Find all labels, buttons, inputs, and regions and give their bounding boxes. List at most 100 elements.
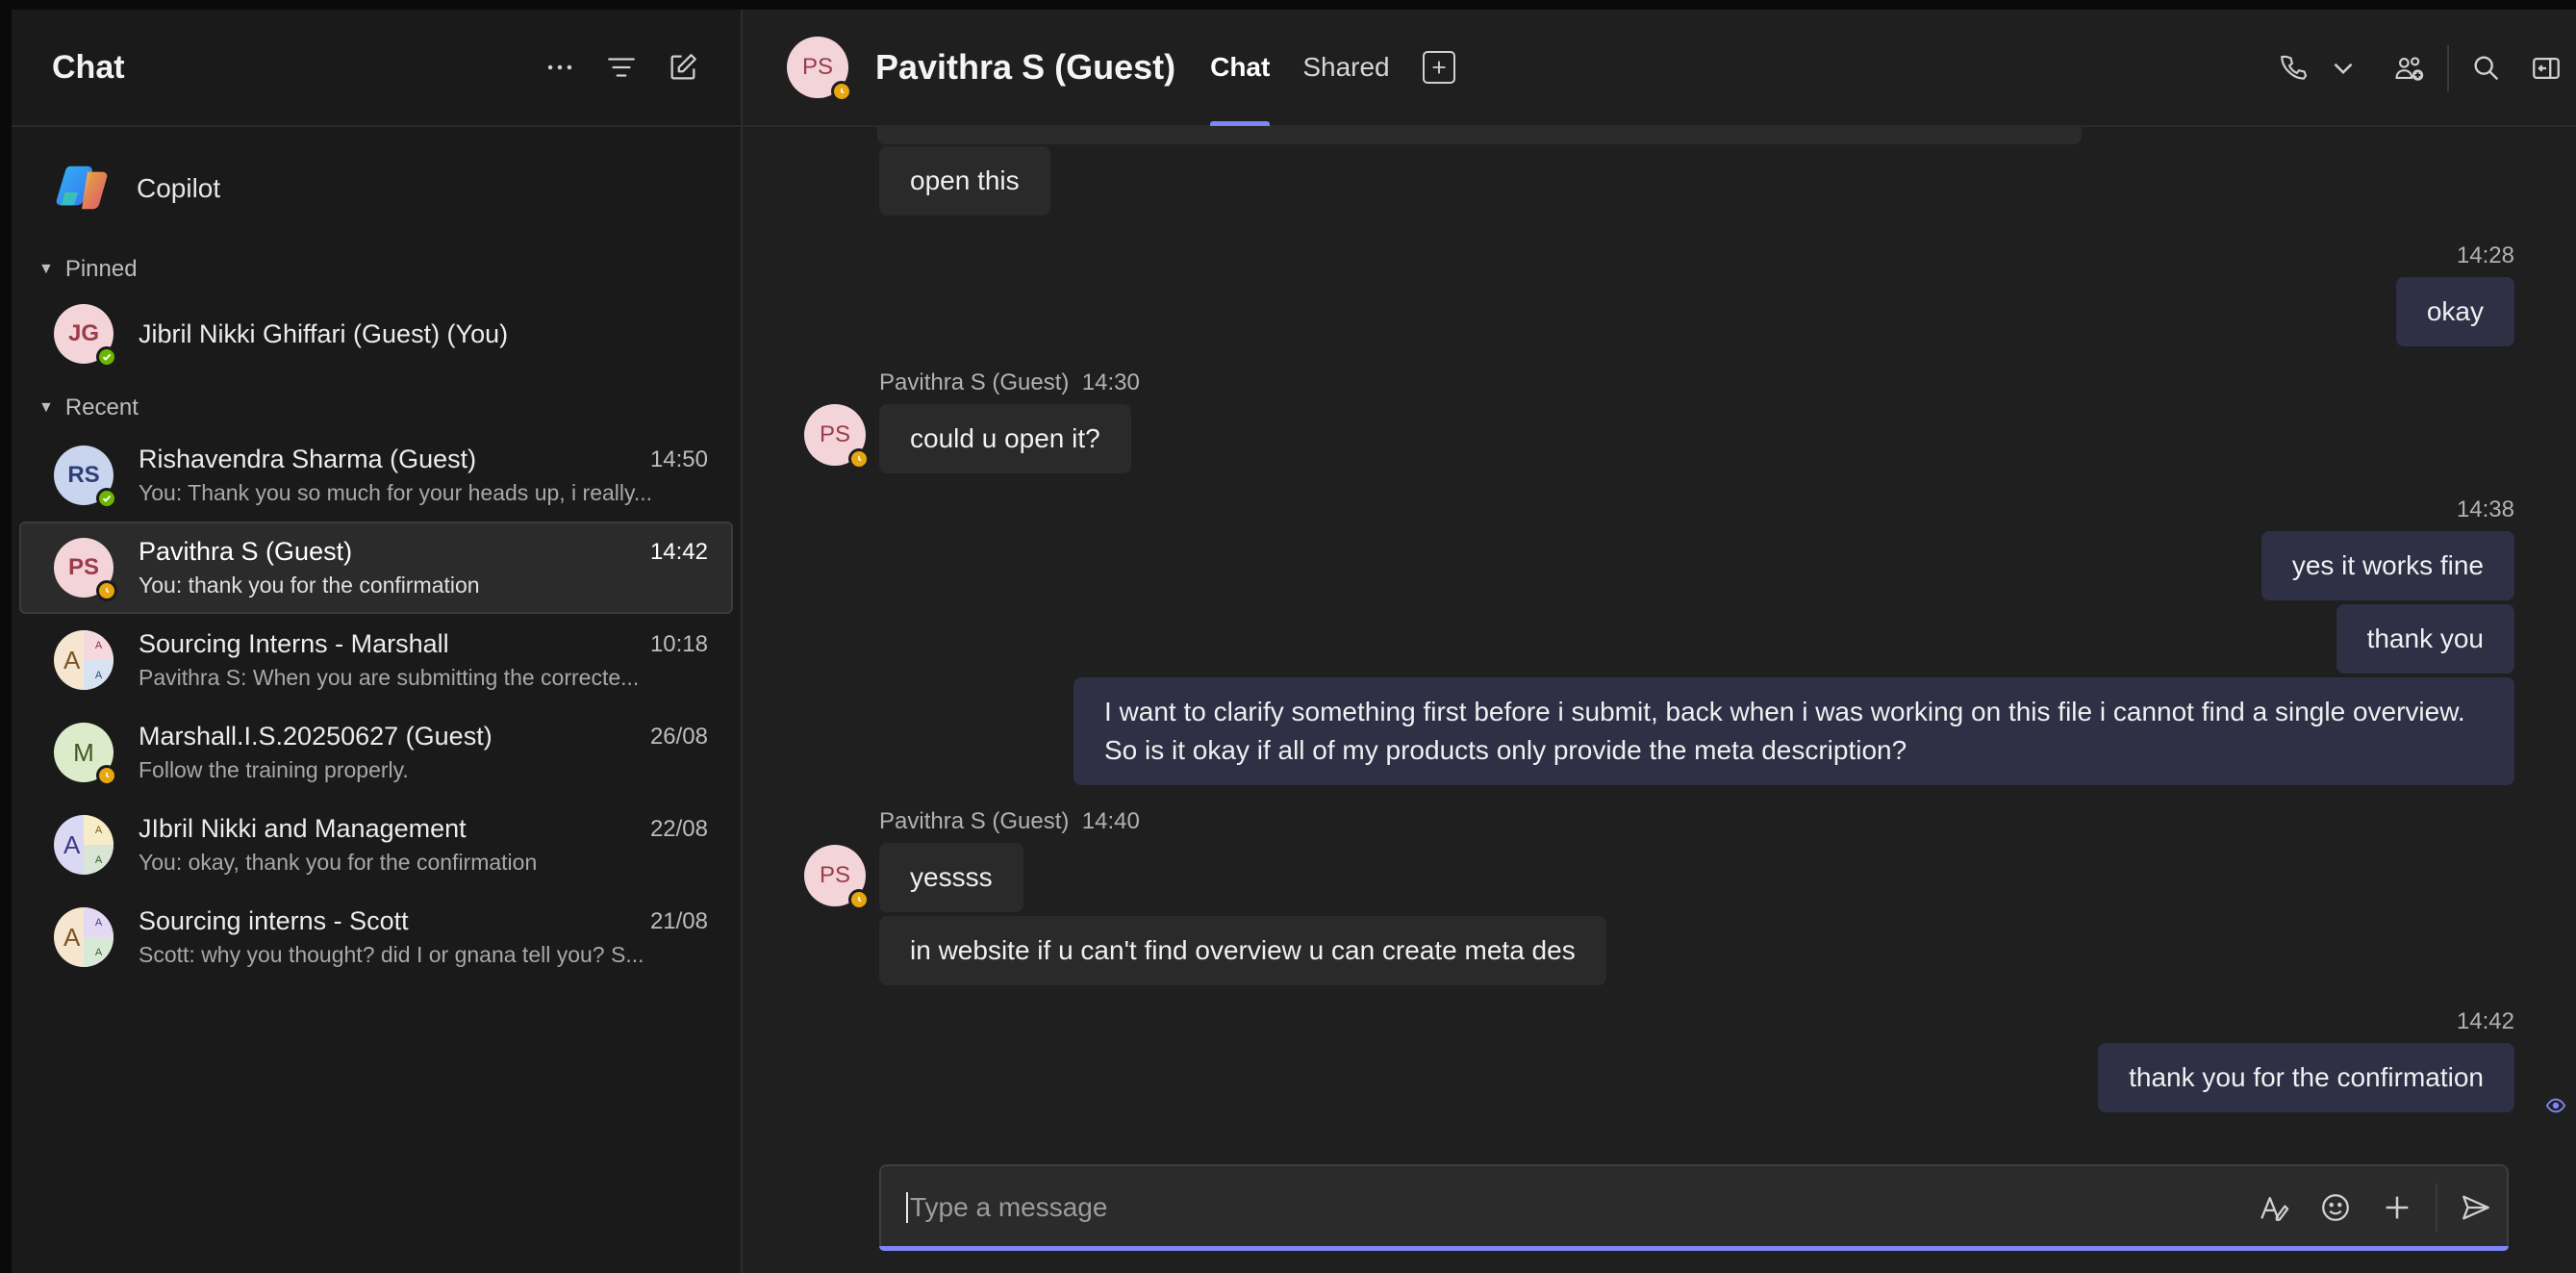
divider: [2447, 45, 2449, 91]
chat-time: 21/08: [649, 907, 708, 934]
chat-pane: PS Pavithra S (Guest) Chat Shared open t…: [743, 10, 2576, 1273]
away-status-icon: [96, 580, 117, 601]
away-status-icon: [848, 889, 870, 910]
recent-section-header[interactable]: ▼ Recent: [12, 387, 741, 429]
avatar-initials: M: [73, 737, 94, 767]
chat-time: 14:42: [649, 538, 708, 565]
recent-chat-item[interactable]: A A A Sourcing Interns - Marshall 10:18 …: [12, 614, 741, 706]
chat-time: 26/08: [649, 723, 708, 750]
away-status-icon: [848, 448, 870, 470]
avatar-initials: PS: [67, 554, 99, 580]
recent-chat-item-selected[interactable]: PS Pavithra S (Guest) 14:42 You: thank y…: [19, 522, 733, 614]
message-sender-meta: Pavithra S (Guest) 14:40: [879, 808, 1140, 835]
avatar-mini: A: [84, 660, 114, 690]
chat-name: Sourcing interns - Scott: [139, 906, 409, 935]
add-people-icon[interactable]: [2380, 38, 2439, 99]
avatar-mini: A: [84, 937, 114, 967]
avatar-initials: A: [63, 923, 81, 952]
chat-preview: You: Thank you so much for your heads up…: [139, 480, 652, 505]
message-bubble[interactable]: could u open it?: [879, 404, 1131, 473]
collapse-caret-icon: ▼: [38, 261, 54, 277]
add-tab-icon[interactable]: [1422, 51, 1455, 84]
emoji-icon[interactable]: [2305, 1177, 2366, 1238]
message-bubble[interactable]: in website if u can't find overview u ca…: [879, 916, 1606, 985]
message-bubble-own[interactable]: I want to clarify something first before…: [1073, 677, 2514, 785]
chat-name: Rishavendra Sharma (Guest): [139, 445, 477, 473]
chat-name: Pavithra S (Guest): [139, 537, 353, 566]
divider: [2436, 1184, 2437, 1232]
away-status-icon: [96, 765, 117, 786]
seen-eye-icon: [2545, 1098, 2566, 1113]
away-status-icon: [831, 81, 852, 102]
call-icon[interactable]: [2264, 38, 2324, 99]
available-status-icon: [96, 346, 117, 368]
copilot-logo-icon: [56, 165, 108, 210]
avatar-initials: PS: [819, 421, 850, 447]
tab-chat[interactable]: Chat: [1210, 9, 1271, 126]
message-bubble-own[interactable]: yes it works fine: [2260, 531, 2514, 600]
message-bubble[interactable]: yessss: [879, 843, 1023, 912]
sender-avatar[interactable]: PS: [804, 845, 870, 910]
avatar-initials: JG: [67, 320, 99, 346]
chat-title: Pavithra S (Guest): [875, 47, 1176, 87]
search-icon[interactable]: [2457, 38, 2516, 99]
avatar-mini: A: [84, 907, 114, 937]
sidebar-header: Chat: [12, 10, 741, 127]
chat-header: PS Pavithra S (Guest) Chat Shared: [743, 10, 2576, 127]
message-bubble[interactable]: open this: [879, 146, 1050, 216]
chat-name: Marshall.I.S.20250627 (Guest): [139, 722, 492, 751]
chat-preview: You: thank you for the confirmation: [139, 573, 480, 598]
message-time: 14:38: [2456, 496, 2514, 522]
send-icon[interactable]: [2445, 1177, 2507, 1238]
side-panel-icon[interactable]: [2516, 38, 2576, 99]
avatar-mini: A: [84, 630, 114, 660]
pinned-chat-item[interactable]: JG Jibril Nikki Ghiffari (Guest) (You): [12, 291, 741, 377]
avatar-initials: RS: [67, 462, 100, 488]
message-input[interactable]: [906, 1192, 2243, 1223]
avatar-initials: A: [63, 830, 81, 859]
new-chat-icon[interactable]: [652, 37, 714, 98]
available-status-icon: [96, 488, 117, 509]
group-avatar: A A A: [54, 907, 114, 967]
message-bubble-own[interactable]: thank you for the confirmation: [2098, 1043, 2514, 1112]
pinned-section-header[interactable]: ▼ Pinned: [12, 248, 741, 291]
message-bubble-own[interactable]: thank you: [2336, 604, 2514, 674]
chat-preview: Scott: why you thought? did I or gnana t…: [139, 942, 644, 967]
avatar: PS: [54, 538, 117, 601]
message-time: 14:40: [1081, 808, 1140, 834]
filter-icon[interactable]: [591, 37, 652, 98]
message-time: 14:30: [1081, 369, 1140, 395]
more-options-icon[interactable]: [529, 37, 591, 98]
avatar-mini: A: [84, 815, 114, 845]
sender-avatar[interactable]: PS: [804, 404, 870, 470]
chat-time: 22/08: [649, 815, 708, 842]
pinned-label: Pinned: [64, 256, 138, 282]
chat-sidebar: Chat Copilot ▼ Pinned JG Jibril Nikki Gh…: [12, 10, 743, 1273]
avatar-initials: PS: [801, 54, 833, 80]
message-composer: [879, 1164, 2509, 1251]
recent-chat-item[interactable]: A A A JIbril Nikki and Management 22/08 …: [12, 799, 741, 891]
collapse-caret-icon: ▼: [38, 399, 54, 416]
chat-name: JIbril Nikki and Management: [139, 814, 467, 843]
avatar-initials: PS: [819, 862, 850, 888]
chat-preview: Pavithra S: When you are submitting the …: [139, 665, 640, 690]
recent-chat-item[interactable]: RS Rishavendra Sharma (Guest) 14:50 You:…: [12, 429, 741, 522]
message-bubble-partial: [877, 127, 2082, 144]
message-bubble-own[interactable]: okay: [2395, 277, 2514, 346]
attach-plus-icon[interactable]: [2366, 1177, 2428, 1238]
chat-time: 14:50: [649, 446, 708, 472]
recent-chat-item[interactable]: A A A Sourcing interns - Scott 21/08 Sco…: [12, 891, 741, 983]
format-text-icon[interactable]: [2243, 1177, 2305, 1238]
message-list[interactable]: open this 14:28 okay Pavithra S (Guest) …: [743, 127, 2576, 1114]
header-avatar[interactable]: PS: [787, 37, 852, 102]
tab-shared[interactable]: Shared: [1302, 9, 1389, 126]
chat-preview: Follow the training properly.: [139, 757, 409, 782]
chevron-down-icon[interactable]: [2324, 38, 2362, 99]
message-sender-meta: Pavithra S (Guest) 14:30: [879, 369, 1140, 396]
chat-time: 10:18: [649, 630, 708, 657]
sidebar-title: Chat: [52, 48, 125, 86]
recent-chat-item[interactable]: M Marshall.I.S.20250627 (Guest) 26/08 Fo…: [12, 706, 741, 799]
copilot-item[interactable]: Copilot: [12, 139, 741, 239]
message-time: 14:42: [2456, 1008, 2514, 1034]
teams-app: Chat Copilot ▼ Pinned JG Jibril Nikki Gh…: [12, 10, 2576, 1273]
